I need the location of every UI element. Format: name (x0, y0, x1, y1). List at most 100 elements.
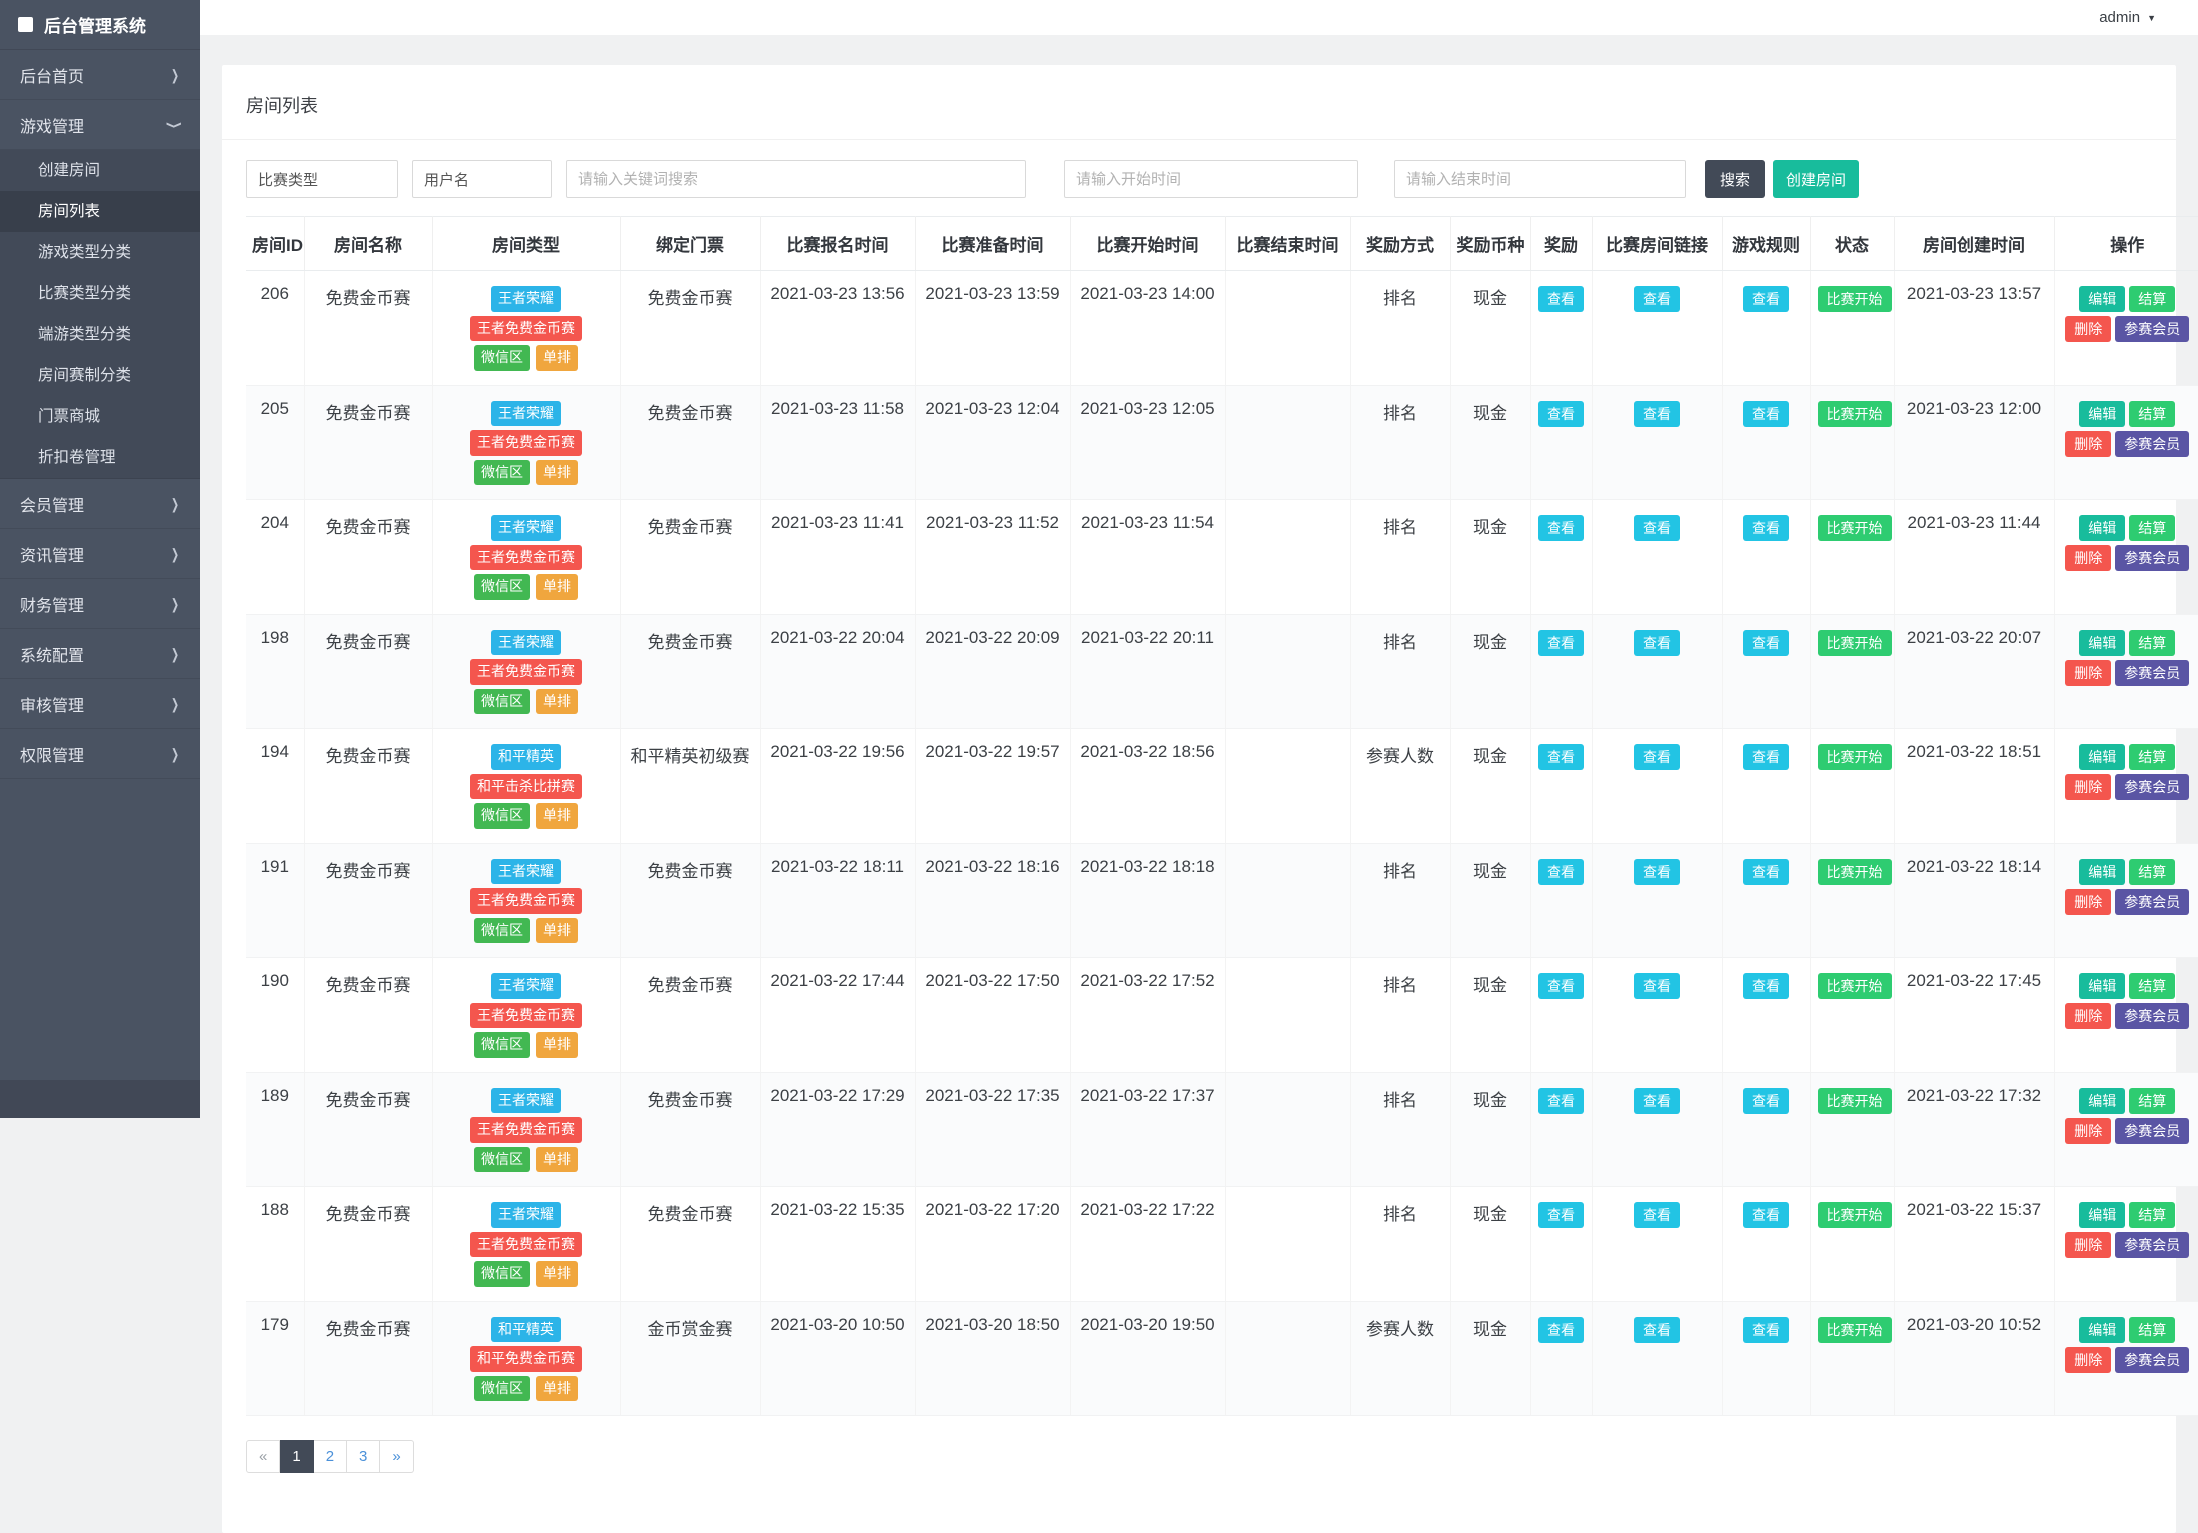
sidebar-item-game-type[interactable]: 游戏类型分类 (0, 232, 200, 273)
sidebar-item-match-type[interactable]: 比赛类型分类 (0, 273, 200, 314)
view-button[interactable]: 查看 (1743, 1317, 1789, 1343)
members-button[interactable]: 参赛会员 (2115, 316, 2189, 342)
settle-button[interactable]: 结算 (2129, 630, 2175, 656)
members-button[interactable]: 参赛会员 (2115, 1003, 2189, 1029)
edit-button[interactable]: 编辑 (2079, 1317, 2125, 1343)
settle-button[interactable]: 结算 (2129, 286, 2175, 312)
view-button[interactable]: 查看 (1634, 973, 1680, 999)
view-button[interactable]: 查看 (1743, 515, 1789, 541)
edit-button[interactable]: 编辑 (2079, 630, 2125, 656)
view-button[interactable]: 查看 (1538, 515, 1584, 541)
sidebar-item-finance[interactable]: 财务管理 ❯ (0, 579, 200, 629)
pagination-next[interactable]: » (380, 1440, 413, 1473)
members-button[interactable]: 参赛会员 (2115, 1232, 2189, 1258)
pagination-page-2[interactable]: 2 (314, 1440, 347, 1473)
cell-ready-time: 2021-03-22 17:50 (915, 958, 1070, 1073)
delete-button[interactable]: 删除 (2065, 774, 2111, 800)
view-button[interactable]: 查看 (1538, 401, 1584, 427)
keyword-input[interactable] (566, 160, 1026, 198)
members-button[interactable]: 参赛会员 (2115, 1347, 2189, 1373)
sidebar-item-system[interactable]: 系统配置 ❯ (0, 629, 200, 679)
delete-button[interactable]: 删除 (2065, 316, 2111, 342)
username-select[interactable]: 用户名 (412, 160, 552, 198)
edit-button[interactable]: 编辑 (2079, 744, 2125, 770)
view-button[interactable]: 查看 (1538, 973, 1584, 999)
view-button[interactable]: 查看 (1538, 286, 1584, 312)
delete-button[interactable]: 删除 (2065, 1347, 2111, 1373)
view-button[interactable]: 查看 (1538, 1317, 1584, 1343)
sidebar-item-news[interactable]: 资讯管理 ❯ (0, 529, 200, 579)
sidebar-item-audit[interactable]: 审核管理 ❯ (0, 679, 200, 729)
sidebar-item-permission[interactable]: 权限管理 ❯ (0, 729, 200, 779)
delete-button[interactable]: 删除 (2065, 660, 2111, 686)
view-button[interactable]: 查看 (1743, 401, 1789, 427)
edit-button[interactable]: 编辑 (2079, 286, 2125, 312)
delete-button[interactable]: 删除 (2065, 1118, 2111, 1144)
pagination-page-3[interactable]: 3 (347, 1440, 380, 1473)
view-button[interactable]: 查看 (1743, 630, 1789, 656)
members-button[interactable]: 参赛会员 (2115, 889, 2189, 915)
view-button[interactable]: 查看 (1634, 1202, 1680, 1228)
edit-button[interactable]: 编辑 (2079, 401, 2125, 427)
settle-button[interactable]: 结算 (2129, 744, 2175, 770)
view-button[interactable]: 查看 (1743, 744, 1789, 770)
delete-button[interactable]: 删除 (2065, 1003, 2111, 1029)
pagination-prev[interactable]: « (246, 1440, 280, 1473)
view-button[interactable]: 查看 (1538, 1202, 1584, 1228)
members-button[interactable]: 参赛会员 (2115, 431, 2189, 457)
view-button[interactable]: 查看 (1743, 1202, 1789, 1228)
sidebar-item-pcgame-type[interactable]: 端游类型分类 (0, 314, 200, 355)
members-button[interactable]: 参赛会员 (2115, 660, 2189, 686)
sidebar-item-members[interactable]: 会员管理 ❯ (0, 479, 200, 529)
user-dropdown[interactable]: admin ▼ (2099, 9, 2156, 26)
sidebar-item-create-room[interactable]: 创建房间 (0, 150, 200, 191)
sidebar-item-coupon[interactable]: 折扣卷管理 (0, 437, 200, 478)
members-button[interactable]: 参赛会员 (2115, 545, 2189, 571)
match-type-select[interactable]: 比赛类型 (246, 160, 398, 198)
settle-button[interactable]: 结算 (2129, 401, 2175, 427)
view-button[interactable]: 查看 (1538, 630, 1584, 656)
view-button[interactable]: 查看 (1634, 1088, 1680, 1114)
sidebar-item-home[interactable]: 后台首页 ❯ (0, 50, 200, 100)
view-button[interactable]: 查看 (1634, 401, 1680, 427)
members-button[interactable]: 参赛会员 (2115, 1118, 2189, 1144)
edit-button[interactable]: 编辑 (2079, 1202, 2125, 1228)
view-button[interactable]: 查看 (1634, 630, 1680, 656)
edit-button[interactable]: 编辑 (2079, 515, 2125, 541)
view-button[interactable]: 查看 (1634, 286, 1680, 312)
view-button[interactable]: 查看 (1634, 859, 1680, 885)
sidebar-item-room-format[interactable]: 房间赛制分类 (0, 355, 200, 396)
edit-button[interactable]: 编辑 (2079, 973, 2125, 999)
delete-button[interactable]: 删除 (2065, 889, 2111, 915)
edit-button[interactable]: 编辑 (2079, 1088, 2125, 1114)
delete-button[interactable]: 删除 (2065, 431, 2111, 457)
edit-button[interactable]: 编辑 (2079, 859, 2125, 885)
settle-button[interactable]: 结算 (2129, 973, 2175, 999)
view-button[interactable]: 查看 (1538, 744, 1584, 770)
sidebar-item-ticket-shop[interactable]: 门票商城 (0, 396, 200, 437)
view-button[interactable]: 查看 (1634, 515, 1680, 541)
search-button[interactable]: 搜索 (1705, 160, 1765, 198)
end-time-input[interactable] (1394, 160, 1686, 198)
settle-button[interactable]: 结算 (2129, 515, 2175, 541)
settle-button[interactable]: 结算 (2129, 859, 2175, 885)
view-button[interactable]: 查看 (1743, 973, 1789, 999)
sidebar-item-room-list[interactable]: 房间列表 (0, 191, 200, 232)
start-time-input[interactable] (1064, 160, 1358, 198)
settle-button[interactable]: 结算 (2129, 1088, 2175, 1114)
view-button[interactable]: 查看 (1538, 859, 1584, 885)
sidebar-item-game[interactable]: 游戏管理 ❯ (0, 100, 200, 150)
delete-button[interactable]: 删除 (2065, 1232, 2111, 1258)
view-button[interactable]: 查看 (1743, 286, 1789, 312)
members-button[interactable]: 参赛会员 (2115, 774, 2189, 800)
view-button[interactable]: 查看 (1743, 1088, 1789, 1114)
pagination-page-1[interactable]: 1 (280, 1440, 313, 1473)
view-button[interactable]: 查看 (1538, 1088, 1584, 1114)
settle-button[interactable]: 结算 (2129, 1317, 2175, 1343)
view-button[interactable]: 查看 (1634, 744, 1680, 770)
view-button[interactable]: 查看 (1743, 859, 1789, 885)
settle-button[interactable]: 结算 (2129, 1202, 2175, 1228)
create-room-button[interactable]: 创建房间 (1773, 160, 1859, 198)
view-button[interactable]: 查看 (1634, 1317, 1680, 1343)
delete-button[interactable]: 删除 (2065, 545, 2111, 571)
